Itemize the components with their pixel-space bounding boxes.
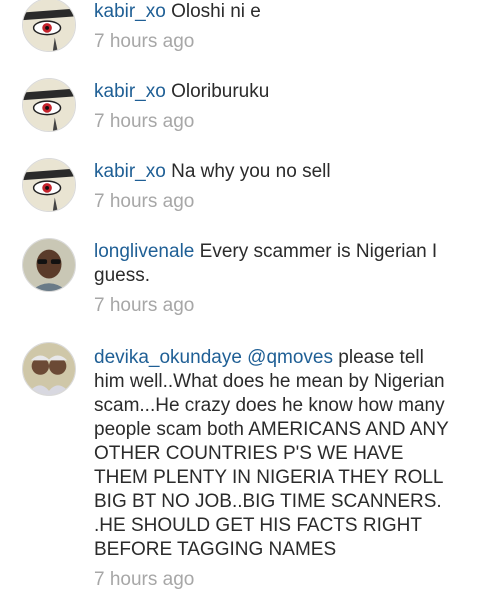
comment-feed: kabir_xo Oloshi ni e 7 hours ago kabir_x… <box>0 0 478 613</box>
anime-eye-avatar-icon[interactable] <box>22 78 76 132</box>
comment-text: Oloshi ni e <box>171 1 261 22</box>
username-link[interactable]: kabir_xo <box>94 81 166 102</box>
username-link[interactable]: devika_okundaye <box>94 347 242 368</box>
timestamp: 7 hours ago <box>94 569 195 590</box>
anime-eye-avatar-icon[interactable] <box>22 158 76 212</box>
mention-link[interactable]: @qmoves <box>247 347 333 368</box>
comment-text: please tell him well..What does he mean … <box>94 347 449 560</box>
username-link[interactable]: kabir_xo <box>94 161 166 182</box>
comment-body: longlivenale Every scammer is Nigerian I… <box>94 240 454 288</box>
comment-text: Na why you no sell <box>171 161 331 182</box>
comment-body: kabir_xo Oloriburuku <box>94 80 454 104</box>
timestamp: 7 hours ago <box>94 111 195 132</box>
comment-body: kabir_xo Oloshi ni e <box>94 0 454 24</box>
anime-eye-avatar-icon[interactable] <box>22 0 76 52</box>
comment-body: kabir_xo Na why you no sell <box>94 160 454 184</box>
timestamp: 7 hours ago <box>94 31 195 52</box>
person-sunglasses-avatar-icon[interactable] <box>22 238 76 292</box>
username-link[interactable]: longlivenale <box>94 241 194 262</box>
comment-body: devika_okundaye @qmoves please tell him … <box>94 346 454 562</box>
timestamp: 7 hours ago <box>94 191 195 212</box>
two-people-avatar-icon[interactable] <box>22 342 76 396</box>
timestamp: 7 hours ago <box>94 295 195 316</box>
comment-text: Oloriburuku <box>171 81 270 102</box>
username-link[interactable]: kabir_xo <box>94 1 166 22</box>
